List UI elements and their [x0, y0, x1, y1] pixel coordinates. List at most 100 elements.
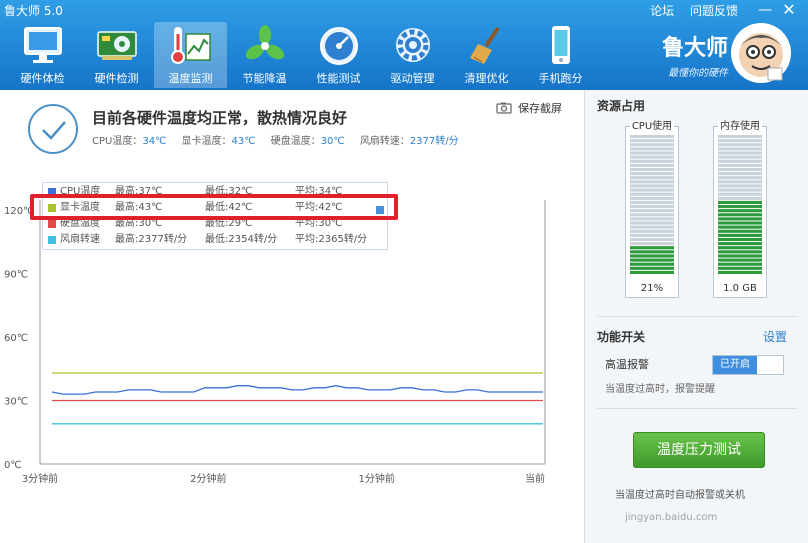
meter-segment	[630, 188, 674, 192]
gear-icon	[395, 28, 430, 62]
legend-min: 最低:2354转/分	[205, 234, 278, 245]
y-tick-label: 30℃	[4, 397, 28, 408]
meter-segment	[630, 233, 674, 237]
close-button[interactable]: ✕	[778, 0, 800, 20]
memory-usage-label: 内存使用	[718, 121, 762, 132]
nav-power-cooling[interactable]: 节能降温	[228, 22, 301, 88]
meter-segment	[718, 225, 762, 229]
mascot-avatar-icon	[731, 23, 791, 83]
fan-icon	[245, 25, 284, 60]
save-screenshot-button[interactable]: 保存截屏	[496, 100, 562, 116]
meter-segment	[630, 200, 674, 204]
x-tick-label: 3分钟前	[22, 472, 58, 485]
meter-segment	[630, 147, 674, 151]
meter-segment	[630, 135, 674, 139]
nav-driver-management[interactable]: 驱动管理	[376, 22, 449, 88]
meter-segment	[630, 225, 674, 229]
gpu-temp-summary: 显卡温度：43℃	[181, 136, 256, 147]
broom-icon	[469, 26, 500, 64]
meter-segment	[630, 180, 674, 184]
meter-segment	[630, 217, 674, 221]
divider	[597, 408, 797, 409]
nav-temperature-monitor[interactable]: 温度监测	[154, 22, 227, 88]
series-line	[51, 385, 543, 395]
series-lines	[51, 372, 543, 425]
legend-max: 最高:2377转/分	[115, 234, 188, 245]
meter-segment	[630, 139, 674, 143]
nav-label: 清理优化	[464, 72, 509, 85]
nav-phone-benchmark[interactable]: 手机跑分	[524, 22, 597, 88]
memory-usage-value: 1.0 GB	[723, 283, 757, 294]
feedback-link[interactable]: 问题反馈	[690, 4, 738, 18]
brand-slogan: 最懂你的硬件	[668, 68, 728, 79]
nav-cleanup-optimize[interactable]: 清理优化	[450, 22, 523, 88]
meter-segment	[630, 176, 674, 180]
meter-segment	[630, 167, 674, 172]
meter-segment	[630, 250, 674, 254]
meter-segment	[718, 250, 762, 254]
meter-segment	[630, 209, 674, 213]
meter-segment	[718, 163, 762, 167]
legend-swatch	[48, 220, 56, 228]
meter-segment	[630, 229, 674, 233]
meter-segment	[718, 135, 762, 139]
status-title: 目前各硬件温度均正常，散热情况良好	[92, 109, 348, 127]
minimize-button[interactable]: —	[754, 0, 776, 20]
meter-segment	[718, 196, 762, 200]
nav-label: 节能降温	[242, 72, 287, 85]
meter-segment	[718, 254, 762, 258]
title-bar: 鲁大师 5.0 论坛 问题反馈 — ✕ 硬件体检 硬件检测 温度监测 节能降温 …	[0, 0, 808, 90]
meter-segment	[630, 205, 674, 209]
meter-segment	[718, 184, 762, 188]
meter-segment	[718, 151, 762, 155]
y-tick-label: 60℃	[4, 333, 28, 344]
app-title: 鲁大师 5.0	[4, 4, 63, 18]
monitor-icon	[23, 27, 62, 63]
meter-segment	[718, 176, 762, 180]
meter-segment	[630, 159, 674, 163]
speedometer-icon	[319, 27, 358, 65]
meter-segment	[630, 151, 674, 155]
brand-name: 鲁大师	[661, 35, 728, 61]
meter-segment	[630, 213, 674, 217]
temperature-stress-test-button[interactable]: 温度压力测试	[633, 432, 765, 468]
nav-hardware-detect[interactable]: 硬件检测	[80, 22, 153, 88]
meter-segment	[630, 221, 674, 225]
cpu-usage-bars	[630, 135, 674, 275]
y-axis-labels: 120℃90℃60℃30℃0℃	[4, 206, 34, 471]
nav-label: 硬件体检	[20, 72, 65, 85]
meter-segment	[718, 139, 762, 143]
status-ok-icon	[28, 104, 78, 154]
meter-segment	[630, 254, 674, 258]
phone-icon	[551, 26, 570, 64]
highlight-box	[30, 194, 398, 220]
high-temp-alarm-toggle[interactable]: 已开启	[712, 355, 784, 375]
memory-usage-meter: 内存使用 1.0 GB	[713, 121, 767, 298]
disk-temp-summary: 硬盘温度：30℃	[270, 136, 345, 147]
nav-performance-test[interactable]: 性能测试	[302, 22, 375, 88]
brand: 鲁大师 最懂你的硬件	[648, 30, 728, 79]
forum-link[interactable]: 论坛	[650, 4, 674, 18]
meter-segment	[718, 143, 762, 147]
nav-label: 温度监测	[168, 72, 213, 85]
meter-segment	[718, 167, 762, 172]
meter-segment	[630, 192, 674, 196]
legend-row-fan: 风扇转速 最高:2377转/分 最低:2354转/分 平均:2365转/分	[43, 232, 387, 248]
high-temp-alarm-label: 高温报警	[605, 358, 649, 371]
meter-segment	[630, 262, 674, 266]
meter-segment	[718, 209, 762, 213]
meter-segment	[630, 143, 674, 147]
settings-link[interactable]: 设置	[763, 328, 787, 345]
x-tick-label: 当前	[525, 472, 545, 485]
meter-segment	[718, 180, 762, 184]
nav-hardware-checkup[interactable]: 硬件体检	[6, 22, 79, 88]
status-summary: CPU温度：34℃ 显卡温度：43℃ 硬盘温度：30℃ 风扇转速：2377转/分	[92, 132, 471, 147]
meter-segment	[630, 246, 674, 250]
meter-segment	[718, 159, 762, 163]
nav-label: 手机跑分	[538, 72, 583, 85]
meter-segment	[630, 258, 674, 262]
meter-segment	[718, 233, 762, 237]
meter-segment	[718, 205, 762, 209]
cpu-usage-label: CPU使用	[629, 121, 675, 132]
legend-resize-handle[interactable]	[376, 206, 384, 214]
